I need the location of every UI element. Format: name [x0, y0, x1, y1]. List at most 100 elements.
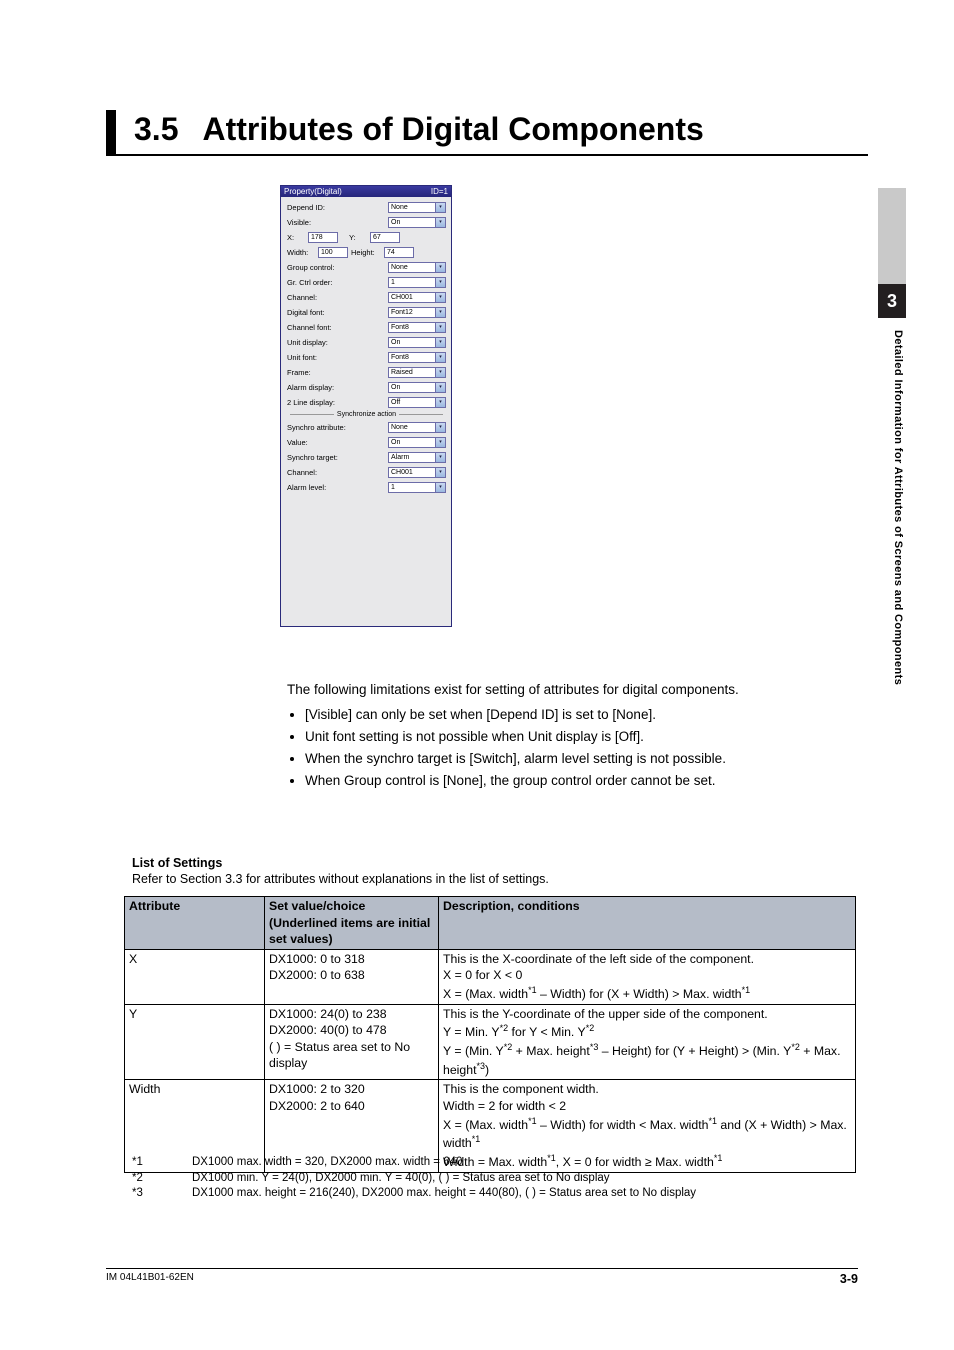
- body-intro: The following limitations exist for sett…: [287, 680, 856, 701]
- panel-label: Frame:: [287, 368, 385, 377]
- panel-label: Alarm level:: [287, 483, 385, 492]
- bullet-item: When Group control is [None], the group …: [305, 771, 856, 792]
- panel-body: Depend ID:None▾Visible:On▾ X: 178 Y: 67 …: [281, 197, 451, 626]
- panel-row: Synchro attribute:None▾: [287, 421, 446, 433]
- footnote-row: *3DX1000 max. height = 216(240), DX2000 …: [132, 1186, 856, 1202]
- table-header-row: Attribute Set value/choice(Underlined it…: [125, 897, 856, 950]
- footnote-text: DX1000 max. height = 216(240), DX2000 ma…: [192, 1186, 696, 1202]
- panel-row-wh: Width: 100 Height: 74: [287, 246, 446, 258]
- footnote-mark: *3: [132, 1186, 192, 1202]
- panel-row: Value:On▾: [287, 436, 446, 448]
- panel-combo[interactable]: On▾: [388, 382, 446, 393]
- panel-combo[interactable]: Font8▾: [388, 352, 446, 363]
- panel-row: Group control:None▾: [287, 261, 446, 273]
- panel-combo[interactable]: On▾: [388, 217, 446, 228]
- panel-row: Gr. Ctrl order:1▾: [287, 276, 446, 288]
- table-row: XDX1000: 0 to 318DX2000: 0 to 638This is…: [125, 949, 856, 1004]
- panel-separator: Synchronize action: [287, 411, 446, 418]
- side-tab-label: Detailed Information for Attributes of S…: [892, 330, 904, 685]
- footer-page-number: 3-9: [840, 1272, 858, 1286]
- panel-title-id: ID=1: [431, 187, 448, 196]
- panel-row: Unit font:Font8▾: [287, 351, 446, 363]
- panel-label: Depend ID:: [287, 203, 385, 212]
- panel-input-width[interactable]: 100: [318, 247, 348, 258]
- panel-combo[interactable]: 1▾: [388, 482, 446, 493]
- chevron-down-icon[interactable]: ▾: [435, 263, 445, 272]
- panel-row: Visible:On▾: [287, 216, 446, 228]
- heading-bar: [106, 110, 116, 154]
- panel-row: Channel font:Font8▾: [287, 321, 446, 333]
- chevron-down-icon[interactable]: ▾: [435, 453, 445, 462]
- panel-combo[interactable]: CH001▾: [388, 467, 446, 478]
- cell-setvalue: DX1000: 24(0) to 238DX2000: 40(0) to 478…: [265, 1004, 439, 1080]
- panel-row: Channel:CH001▾: [287, 291, 446, 303]
- chevron-down-icon[interactable]: ▾: [435, 423, 445, 432]
- panel-label-x: X:: [287, 233, 305, 242]
- page-footer: IM 04L41B01-62EN 3-9: [106, 1268, 858, 1286]
- cell-attribute: X: [125, 949, 265, 1004]
- footnote-text: DX1000 max. width = 320, DX2000 max. wid…: [192, 1155, 462, 1171]
- side-tab-number: 3: [878, 284, 906, 318]
- panel-label-width: Width:: [287, 248, 315, 257]
- chevron-down-icon[interactable]: ▾: [435, 203, 445, 212]
- panel-combo[interactable]: Alarm▾: [388, 452, 446, 463]
- heading-title: Attributes of Digital Components: [202, 111, 703, 148]
- chevron-down-icon[interactable]: ▾: [435, 308, 445, 317]
- heading-number: 3.5: [134, 111, 178, 148]
- panel-input-x[interactable]: 178: [308, 232, 338, 243]
- chevron-down-icon[interactable]: ▾: [435, 293, 445, 302]
- panel-combo[interactable]: None▾: [388, 422, 446, 433]
- panel-combo[interactable]: On▾: [388, 337, 446, 348]
- panel-combo[interactable]: Off▾: [388, 397, 446, 408]
- th-attribute: Attribute: [125, 897, 265, 950]
- panel-label: Group control:: [287, 263, 385, 272]
- panel-label: Channel font:: [287, 323, 385, 332]
- panel-combo[interactable]: 1▾: [388, 277, 446, 288]
- section-heading: 3.5 Attributes of Digital Components: [106, 110, 868, 156]
- footnote-row: *2DX1000 min. Y = 24(0), DX2000 min. Y =…: [132, 1171, 856, 1187]
- panel-row-xy: X: 178 Y: 67: [287, 231, 446, 243]
- body-text: The following limitations exist for sett…: [287, 680, 856, 793]
- chevron-down-icon[interactable]: ▾: [435, 323, 445, 332]
- bullet-item: When the synchro target is [Switch], ala…: [305, 749, 856, 770]
- cell-description: This is the X-coordinate of the left sid…: [439, 949, 856, 1004]
- chevron-down-icon[interactable]: ▾: [435, 398, 445, 407]
- panel-combo[interactable]: None▾: [388, 262, 446, 273]
- chevron-down-icon[interactable]: ▾: [435, 438, 445, 447]
- panel-combo[interactable]: Font12▾: [388, 307, 446, 318]
- panel-combo[interactable]: Font8▾: [388, 322, 446, 333]
- panel-combo[interactable]: On▾: [388, 437, 446, 448]
- chevron-down-icon[interactable]: ▾: [435, 278, 445, 287]
- th-setvalue: Set value/choice(Underlined items are in…: [265, 897, 439, 950]
- chevron-down-icon[interactable]: ▾: [435, 353, 445, 362]
- panel-row: 2 Line display:Off▾: [287, 396, 446, 408]
- footnotes: *1DX1000 max. width = 320, DX2000 max. w…: [132, 1155, 856, 1202]
- chevron-down-icon[interactable]: ▾: [435, 383, 445, 392]
- chevron-down-icon[interactable]: ▾: [435, 368, 445, 377]
- panel-label: 2 Line display:: [287, 398, 385, 407]
- settings-table: Attribute Set value/choice(Underlined it…: [124, 896, 856, 1173]
- chevron-down-icon[interactable]: ▾: [435, 338, 445, 347]
- panel-combo[interactable]: Raised▾: [388, 367, 446, 378]
- chevron-down-icon[interactable]: ▾: [435, 483, 445, 492]
- panel-label: Digital font:: [287, 308, 385, 317]
- panel-input-height[interactable]: 74: [384, 247, 414, 258]
- panel-label: Unit display:: [287, 338, 385, 347]
- chevron-down-icon[interactable]: ▾: [435, 468, 445, 477]
- panel-combo[interactable]: None▾: [388, 202, 446, 213]
- panel-label: Alarm display:: [287, 383, 385, 392]
- table-row: YDX1000: 24(0) to 238DX2000: 40(0) to 47…: [125, 1004, 856, 1080]
- panel-titlebar: Property(Digital) ID=1: [281, 186, 451, 197]
- property-panel-figure: Property(Digital) ID=1 Depend ID:None▾Vi…: [280, 185, 452, 627]
- panel-row: Frame:Raised▾: [287, 366, 446, 378]
- panel-combo[interactable]: CH001▾: [388, 292, 446, 303]
- panel-input-y[interactable]: 67: [370, 232, 400, 243]
- bullet-list: [Visible] can only be set when [Depend I…: [287, 705, 856, 792]
- panel-label: Gr. Ctrl order:: [287, 278, 385, 287]
- panel-label: Synchro attribute:: [287, 423, 385, 432]
- footnote-mark: *2: [132, 1171, 192, 1187]
- footer-docid: IM 04L41B01-62EN: [106, 1272, 194, 1286]
- panel-title-text: Property(Digital): [284, 187, 342, 196]
- chevron-down-icon[interactable]: ▾: [435, 218, 445, 227]
- panel-label: Channel:: [287, 468, 385, 477]
